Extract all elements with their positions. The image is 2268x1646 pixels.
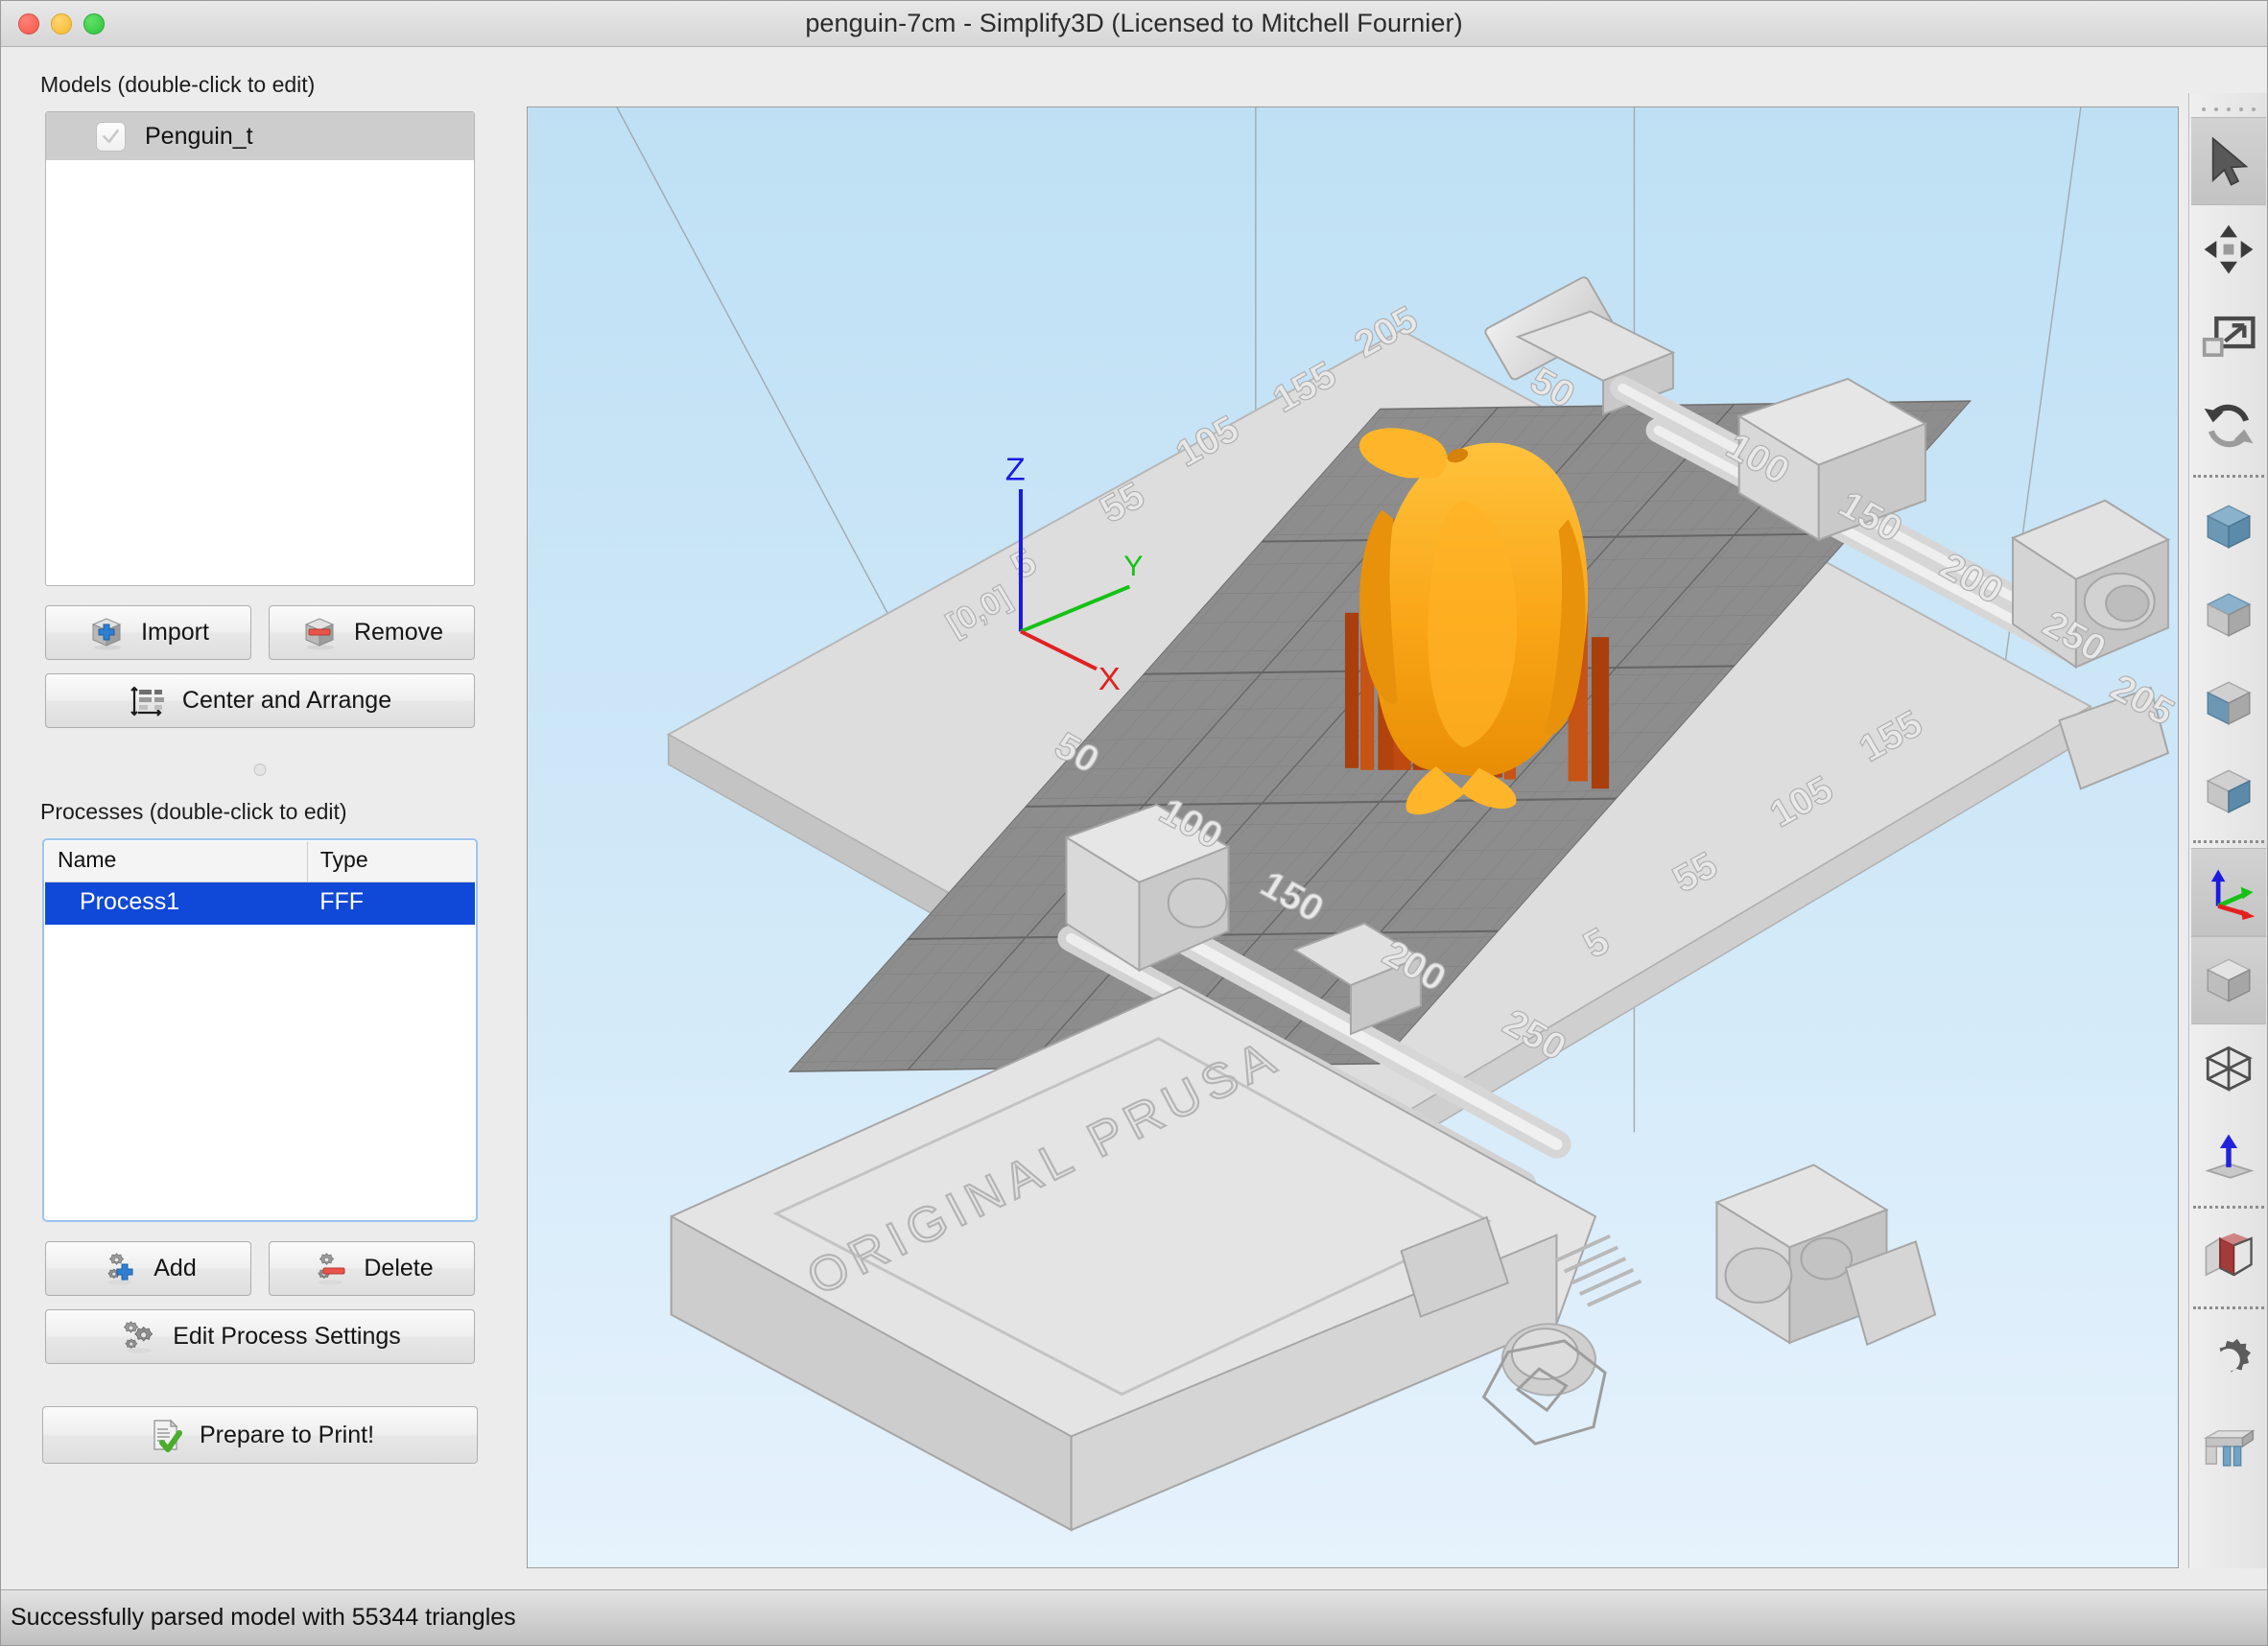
gears-icon xyxy=(119,1318,157,1356)
center-and-arrange-button[interactable]: Center and Arrange xyxy=(45,673,475,728)
toolbar-separator xyxy=(2193,840,2264,843)
scale-rectangle-icon xyxy=(2201,310,2256,365)
toolbar-separator xyxy=(2193,475,2264,478)
processes-table: Name Type Process1 FFF xyxy=(45,841,475,925)
toggle-cross-section[interactable] xyxy=(2191,1213,2266,1302)
add-process-label: Add xyxy=(154,1255,196,1282)
view-top[interactable] xyxy=(2191,571,2266,659)
toggle-supports[interactable] xyxy=(2191,1402,2266,1491)
column-header-type[interactable]: Type xyxy=(307,841,475,882)
delete-process-button[interactable]: Delete xyxy=(269,1241,475,1296)
processes-panel-label: Processes (double-click to edit) xyxy=(40,799,483,825)
y-axis-label: Y xyxy=(1123,551,1143,581)
3d-viewport[interactable]: ORIGINAL PRUSA 205 155 105 55 5 [0,0] xyxy=(527,106,2179,1568)
list-item[interactable]: Penguin_t xyxy=(46,112,474,160)
cube-top-face-icon xyxy=(2201,587,2256,643)
processes-table-head: Name Type xyxy=(45,841,475,882)
cube-all-faces-icon xyxy=(2201,499,2256,554)
processes-table-body: Process1 FFF xyxy=(45,882,475,925)
prepare-to-print-label: Prepare to Print! xyxy=(200,1422,374,1449)
window-controls xyxy=(18,13,105,35)
view-toolbar xyxy=(2188,93,2267,1568)
toggle-normals[interactable] xyxy=(2191,1113,2266,1201)
wireframe-cube-icon xyxy=(2201,1041,2256,1096)
process-type-cell: FFF xyxy=(307,882,475,925)
processes-button-row: Add xyxy=(45,1241,475,1296)
center-arrange-icon xyxy=(129,682,167,720)
window-title: penguin-7cm - Simplify3D (Licensed to Mi… xyxy=(1,9,2267,38)
cube-front-face-icon xyxy=(2201,675,2256,731)
preferences[interactable] xyxy=(2191,1314,2266,1402)
rotate-tool[interactable] xyxy=(2191,382,2266,470)
gear-icon xyxy=(2201,1330,2256,1386)
support-structure-icon xyxy=(2201,1419,2256,1474)
toolbar-separator xyxy=(2193,1306,2264,1309)
view-isometric[interactable] xyxy=(2191,482,2266,571)
remove-cube-minus-icon xyxy=(300,614,339,652)
toolbar-drag-handle[interactable] xyxy=(2202,107,2256,111)
sidebar: Models (double-click to edit) Penguin_t xyxy=(1,47,519,1589)
delete-process-label: Delete xyxy=(364,1255,433,1282)
cube-side-face-icon xyxy=(2201,764,2256,819)
import-cube-plus-icon xyxy=(87,614,126,652)
edit-process-settings-label: Edit Process Settings xyxy=(173,1323,401,1351)
processes-list[interactable]: Name Type Process1 FFF xyxy=(42,838,478,1222)
cursor-arrow-icon xyxy=(2201,133,2256,189)
models-list[interactable]: Penguin_t xyxy=(45,111,475,586)
3d-scene: ORIGINAL PRUSA 205 155 105 55 5 [0,0] xyxy=(528,107,2178,1567)
zoom-button[interactable] xyxy=(83,13,105,35)
close-button[interactable] xyxy=(18,13,39,35)
models-button-row: Import Remove xyxy=(45,605,475,660)
solid-cube-icon xyxy=(2201,952,2256,1008)
checkmark-icon xyxy=(101,127,121,147)
model-name-label: Penguin_t xyxy=(145,123,253,151)
app-window: penguin-7cm - Simplify3D (Licensed to Mi… xyxy=(0,0,2268,1646)
remove-button-label: Remove xyxy=(354,619,443,647)
title-bar: penguin-7cm - Simplify3D (Licensed to Mi… xyxy=(1,1,2267,47)
prepare-to-print-button[interactable]: Prepare to Print! xyxy=(42,1406,478,1464)
select-tool[interactable] xyxy=(2191,117,2266,205)
add-process-button[interactable]: Add xyxy=(45,1241,251,1296)
cross-section-cube-icon xyxy=(2201,1230,2256,1285)
minimize-button[interactable] xyxy=(51,13,72,35)
viewport-container: ORIGINAL PRUSA 205 155 105 55 5 [0,0] xyxy=(519,47,2188,1589)
center-and-arrange-label: Center and Arrange xyxy=(182,687,391,715)
gears-plus-icon xyxy=(100,1250,138,1288)
view-side[interactable] xyxy=(2191,747,2266,835)
edit-process-settings-button[interactable]: Edit Process Settings xyxy=(45,1309,475,1364)
processes-panel: Processes (double-click to edit) Name Ty… xyxy=(20,788,500,1485)
toggle-axes[interactable] xyxy=(2191,848,2266,936)
status-message: Successfully parsed model with 55344 tri… xyxy=(11,1604,516,1632)
view-front[interactable] xyxy=(2191,659,2266,747)
x-axis-label: X xyxy=(1099,661,1121,696)
window-body: Models (double-click to edit) Penguin_t xyxy=(1,47,2267,1589)
remove-button[interactable]: Remove xyxy=(269,605,475,660)
column-header-name[interactable]: Name xyxy=(45,841,307,882)
document-check-icon xyxy=(146,1416,184,1454)
move-tool[interactable] xyxy=(2191,205,2266,294)
import-button-label: Import xyxy=(141,619,209,647)
z-axis-label: Z xyxy=(1005,452,1026,487)
scale-tool[interactable] xyxy=(2191,294,2266,382)
table-row[interactable]: Process1 FFF xyxy=(45,882,475,925)
model-visibility-checkbox[interactable] xyxy=(96,122,126,152)
axis-indicator-icon xyxy=(2201,864,2256,920)
normal-vector-icon xyxy=(2201,1129,2256,1185)
panel-resize-handle[interactable] xyxy=(254,764,267,776)
status-bar: Successfully parsed model with 55344 tri… xyxy=(1,1589,2267,1645)
process-name-cell: Process1 xyxy=(45,882,307,925)
import-button[interactable]: Import xyxy=(45,605,251,660)
models-panel-label: Models (double-click to edit) xyxy=(40,72,483,98)
models-panel: Models (double-click to edit) Penguin_t xyxy=(20,60,500,749)
rotate-arrows-icon xyxy=(2201,398,2256,454)
gears-minus-icon xyxy=(310,1250,348,1288)
toggle-solid-view[interactable] xyxy=(2191,936,2266,1024)
toggle-wireframe-view[interactable] xyxy=(2191,1024,2266,1113)
processes-header-row: Name Type xyxy=(45,841,475,882)
toolbar-separator xyxy=(2193,1206,2264,1209)
move-arrows-icon xyxy=(2201,222,2256,277)
